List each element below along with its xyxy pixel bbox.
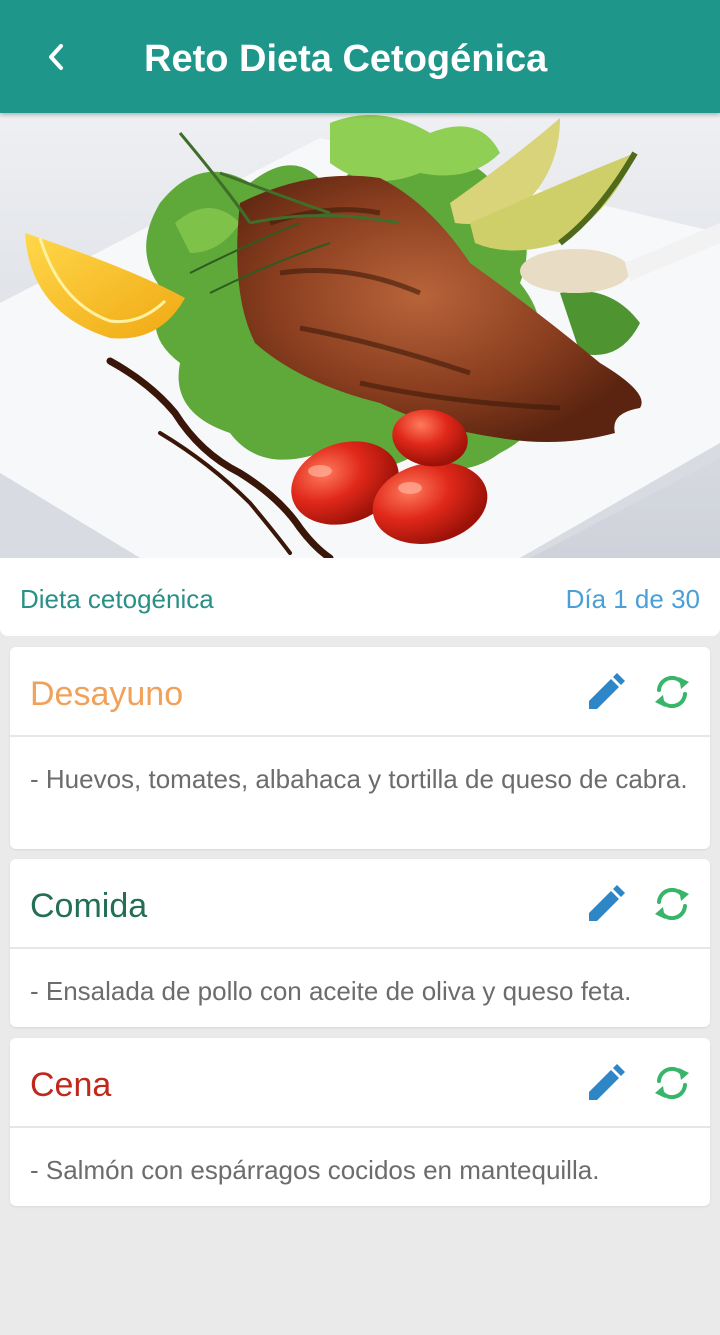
plan-info-row: Dieta cetogénica Día 1 de 30	[0, 558, 720, 636]
chevron-left-icon	[49, 44, 63, 70]
meal-description: - Ensalada de pollo con aceite de oliva …	[30, 976, 632, 1006]
refresh-icon	[655, 1066, 689, 1100]
refresh-icon	[655, 887, 689, 921]
meal-title: Comida	[30, 887, 148, 925]
edit-meal-button[interactable]	[584, 670, 628, 714]
plan-name: Dieta cetogénica	[20, 584, 214, 614]
meal-card-header: Comida	[10, 859, 710, 949]
pencil-icon	[589, 673, 625, 709]
meal-card-cena: Cena - Salmón con espárragos cocidos en …	[10, 1038, 710, 1206]
page-title: Reto Dieta Cetogénica	[144, 38, 548, 80]
meal-title: Desayuno	[30, 675, 184, 713]
meal-card-comida: Comida - Ensalada de pollo con aceite de…	[10, 859, 710, 1027]
meal-title: Cena	[30, 1066, 112, 1104]
day-counter: Día 1 de 30	[565, 584, 700, 614]
edit-meal-button[interactable]	[584, 1061, 628, 1105]
food-photo	[0, 113, 720, 558]
app-bar: Reto Dieta Cetogénica	[0, 0, 720, 113]
app-screen: Reto Dieta Cetogénica Dieta cetogénica D…	[0, 0, 720, 1335]
refresh-meal-button[interactable]	[650, 1061, 694, 1105]
refresh-meal-button[interactable]	[650, 670, 694, 714]
pencil-icon	[589, 885, 625, 921]
meal-card-header: Cena	[10, 1038, 710, 1128]
back-button[interactable]	[30, 31, 82, 83]
meal-description: - Salmón con espárragos cocidos en mante…	[30, 1155, 600, 1185]
refresh-icon	[655, 675, 689, 709]
edit-meal-button[interactable]	[584, 882, 628, 926]
hero-image	[0, 113, 720, 558]
refresh-meal-button[interactable]	[650, 882, 694, 926]
pencil-icon	[589, 1064, 625, 1100]
meal-card-desayuno: Desayuno - Huevos, tomates, albahaca y t…	[10, 647, 710, 849]
meal-card-header: Desayuno	[10, 647, 710, 737]
meal-description: - Huevos, tomates, albahaca y tortilla d…	[30, 764, 688, 794]
